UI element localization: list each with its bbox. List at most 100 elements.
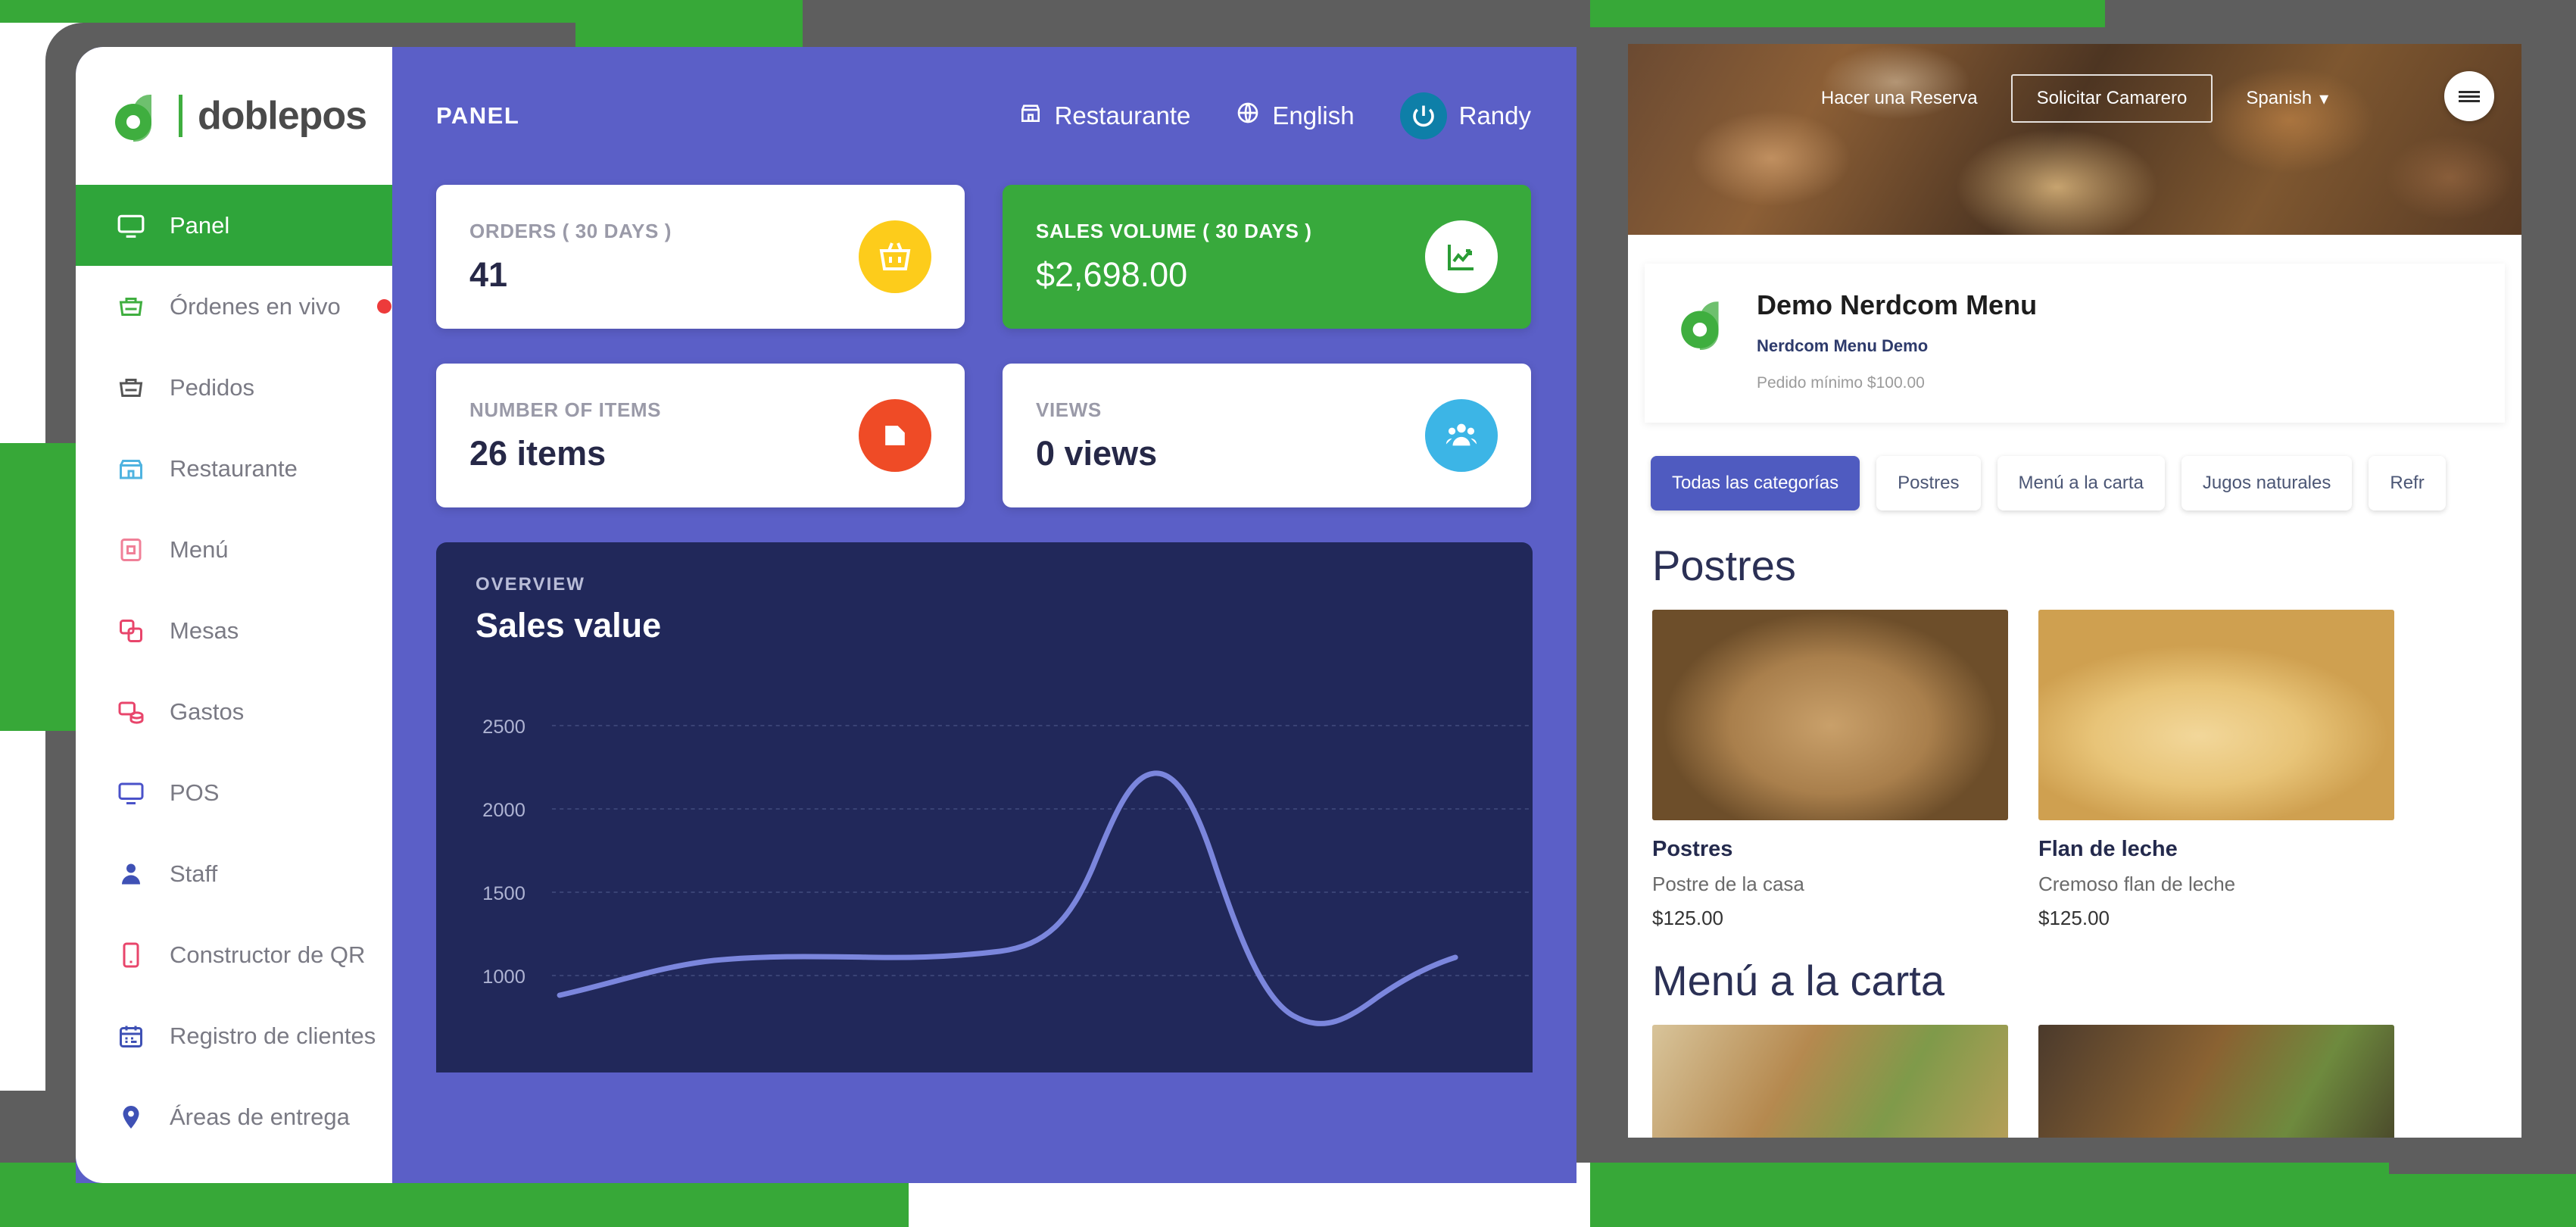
stat-card-number-of-items[interactable]: NUMBER OF ITEMS 26 items [436,364,965,507]
hamburger-icon[interactable] [2444,71,2494,121]
chart-ytick: 1500 [482,883,525,904]
sidebar-item-pos[interactable]: POS [76,752,392,833]
tab-postres[interactable]: Postres [1876,456,1981,510]
language-selector[interactable]: Spanish ▾ [2246,88,2328,110]
product-description: Postre de la casa [1652,873,1804,895]
stat-card-views[interactable]: VIEWS 0 views [1003,364,1531,507]
sidebar-item-ordenes-en-vivo[interactable]: Órdenes en vivo [76,266,392,347]
product-card[interactable] [2038,1025,2394,1138]
sidebar-item-pedidos[interactable]: Pedidos [76,347,392,428]
stat-cards-row-2: NUMBER OF ITEMS 26 items VIEWS 0 views [436,364,1531,507]
stat-cards-row-1: ORDERS ( 30 DAYS ) 41 SALES VOLUME ( 30 … [436,185,1531,329]
sidebar-item-label: Órdenes en vivo [170,292,341,320]
sidebar-item-label: Mesas [170,617,239,644]
sales-chart-panel: OVERVIEW Sales value 2500 2000 1500 1000 [436,542,1533,1072]
tab-jugos-naturales[interactable]: Jugos naturales [2181,456,2353,510]
sidebar-item-constructor-de-qr[interactable]: Constructor de QR [76,914,392,995]
stat-value: 0 views [1036,433,1158,473]
doblepos-logo-icon [109,89,164,143]
tab-refrescos[interactable]: Refr [2369,456,2446,510]
reserve-link[interactable]: Hacer una Reserva [1821,88,1978,109]
cart-icon [115,372,147,404]
brand-name: doblepos [198,94,367,138]
menu-subtitle: Nerdcom Menu Demo [1757,336,1929,355]
store-icon [115,453,147,485]
sidebar-item-mesas[interactable]: Mesas [76,590,392,671]
product-name: Postres [1652,837,1733,861]
menu-body: Todas las categorías Postres Menú a la c… [1628,438,2521,1138]
card-icon [115,1182,147,1184]
dashboard-topbar: PANEL Restaurante English Randy [392,47,1576,185]
sidebar: doblepos Panel Órdenes en vivo Pedidos R… [76,47,392,1183]
product-price: $125.00 [2038,907,2110,929]
sidebar-item-restaurante[interactable]: Restaurante [76,428,392,509]
product-card[interactable]: Flan de leche Cremoso flan de leche $125… [2038,610,2394,930]
sidebar-item-menu[interactable]: Menú [76,509,392,590]
topbar-actions: Restaurante English Randy [1018,92,1531,139]
sidebar-item-registro-de-clientes[interactable]: Registro de clientes [76,995,392,1076]
stat-label: NUMBER OF ITEMS [469,398,662,421]
monitor-icon [115,210,147,242]
sidebar-item-label: Restaurante [170,454,298,482]
stat-label: VIEWS [1036,398,1102,421]
tab-menu-a-la-carta[interactable]: Menú a la carta [1997,456,2165,510]
menu-title: Demo Nerdcom Menu [1757,289,2038,320]
topbar-language-label: English [1272,101,1355,130]
product-image [1652,610,2008,820]
product-card[interactable] [1652,1025,2008,1138]
chart-svg: 2500 2000 1500 1000 [482,717,1533,1026]
sidebar-item-gastos[interactable]: Gastos [76,671,392,752]
product-card[interactable]: Postres Postre de la casa $125.00 [1652,610,2008,930]
monitor-icon [115,777,147,809]
sidebar-item-label: Gastos [170,698,245,725]
stat-value: $2,698.00 [1036,254,1188,294]
phone-icon [115,939,147,971]
product-grid-menu-a-la-carta [1628,1025,2521,1138]
globe-icon [1236,101,1260,131]
topbar-language[interactable]: English [1236,101,1355,131]
sidebar-item-label: Menú [170,535,229,563]
pin-icon [115,1101,147,1133]
stat-card-orders[interactable]: ORDERS ( 30 DAYS ) 41 [436,185,965,329]
stat-value: 41 [469,254,508,294]
section-title-menu-a-la-carta: Menú a la carta [1652,957,1944,1004]
hero-actions: Hacer una Reserva Solicitar Camarero Spa… [1628,44,2521,123]
brand-logo[interactable]: doblepos [76,47,392,185]
dashboard-window: doblepos Panel Órdenes en vivo Pedidos R… [76,47,1576,1183]
store-icon [1018,101,1043,131]
calendar-icon [115,1020,147,1052]
stat-label: ORDERS ( 30 DAYS ) [469,219,672,242]
stat-value: 26 items [469,433,607,473]
brand-divider [179,95,182,137]
product-price: $125.00 [1652,907,1723,929]
stat-card-sales-volume[interactable]: SALES VOLUME ( 30 DAYS ) $2,698.00 [1003,185,1531,329]
chart-ytick: 1000 [482,966,525,988]
product-image [2038,610,2394,820]
dashboard-main: PANEL Restaurante English Randy ORDERS (… [392,47,1576,1183]
chart-title: Sales value [476,606,662,645]
doblepos-logo-icon [1675,295,1731,351]
chart-ytick: 2000 [482,800,525,821]
chart-up-icon [1425,220,1498,293]
tab-todas-las-categorias[interactable]: Todas las categorías [1651,456,1860,510]
power-icon [1399,92,1447,139]
stat-cards: ORDERS ( 30 DAYS ) 41 SALES VOLUME ( 30 … [392,185,1576,507]
product-image [1652,1025,2008,1138]
sidebar-item-plan[interactable]: Plan [76,1157,392,1183]
sidebar-item-panel[interactable]: Panel [76,185,392,266]
category-tabs: Todas las categorías Postres Menú a la c… [1628,438,2521,533]
sidebar-item-staff[interactable]: Staff [76,833,392,914]
sidebar-nav: Panel Órdenes en vivo Pedidos Restaurant… [76,185,392,1183]
request-waiter-button[interactable]: Solicitar Camarero [2010,74,2213,123]
product-image [2038,1025,2394,1138]
product-description: Cremoso flan de leche [2038,873,2236,895]
background-slab-top [500,0,2576,23]
tables-icon [115,615,147,647]
topbar-restaurant[interactable]: Restaurante [1018,101,1190,131]
topbar-user[interactable]: Randy [1399,92,1531,139]
sidebar-item-areas-de-entrega[interactable]: Áreas de entrega [76,1076,392,1157]
deco-green-top-right [1590,0,2105,27]
screenshot-stage: doblepos Panel Órdenes en vivo Pedidos R… [0,0,2576,1227]
menu-info-card: Demo Nerdcom Menu Nerdcom Menu Demo Pedi… [1645,264,2505,423]
chart-line-series [557,770,1458,1026]
